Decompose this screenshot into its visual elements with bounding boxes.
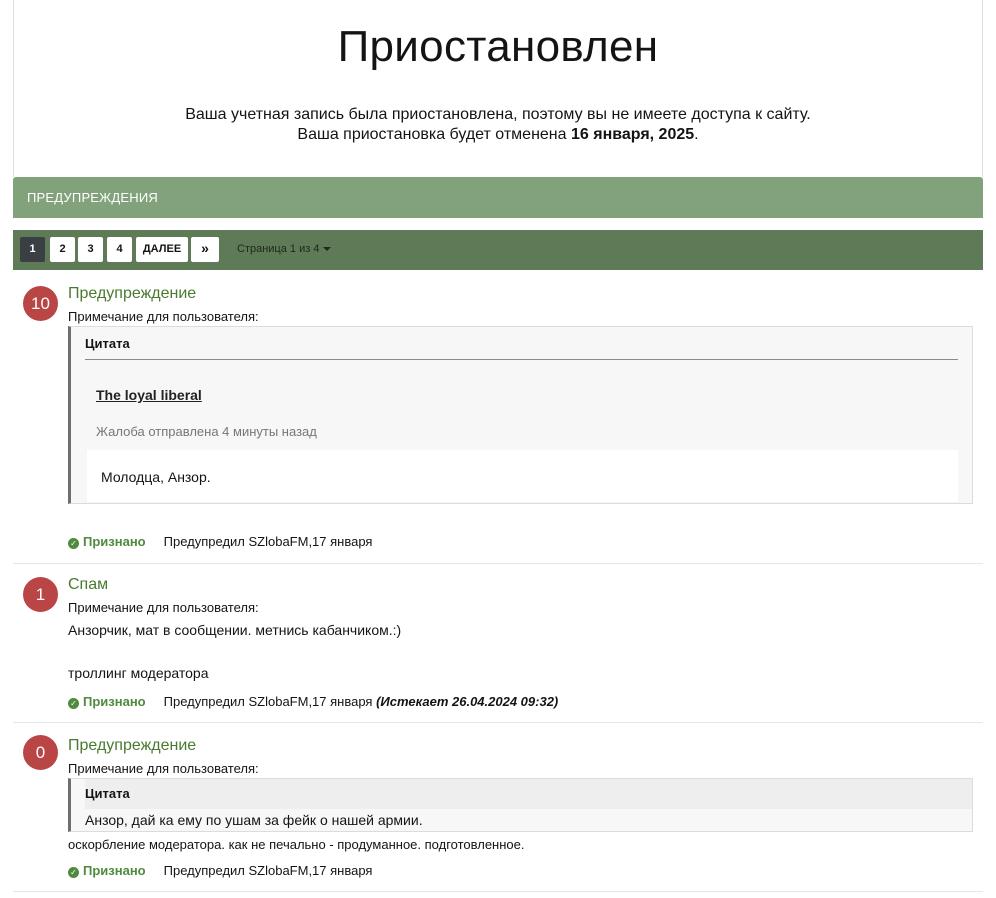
warning-points-badge: 10 — [23, 286, 58, 321]
quote-header: Цитата — [85, 779, 972, 809]
page-wrapper: Приостановлен Ваша учетная запись была п… — [13, 0, 983, 892]
quote-header: Цитата — [85, 336, 130, 351]
warned-by: Предупредил SZlobaFM,17 января — [163, 694, 373, 709]
page-2-button[interactable]: 2 — [50, 237, 75, 262]
page-4-button[interactable]: 4 — [107, 237, 132, 262]
quote-divider — [85, 359, 958, 360]
report-thread-link[interactable]: The loyal liberal — [96, 387, 202, 403]
warning-item: 1 Спам Примечание для пользователя: Анзо… — [13, 564, 983, 723]
acknowledged-status: ✓ Признано — [68, 534, 146, 549]
note-label: Примечание для пользователя: — [68, 761, 259, 776]
suspension-end-date: 16 января, 2025 — [570, 126, 695, 143]
quoted-message: Молодца, Анзор. — [87, 450, 958, 502]
caret-down-icon — [323, 247, 332, 251]
check-circle-icon: ✓ — [68, 538, 79, 549]
report-meta: Жалоба отправлена 4 минуты назад — [96, 424, 317, 439]
page-1-button[interactable]: 1 — [20, 237, 45, 262]
suspension-end-prefix: Ваша приостановка будет отменена — [297, 126, 571, 143]
warning-points-badge: 0 — [23, 735, 58, 770]
suspension-end-message: Ваша приостановка будет отменена 16 янва… — [14, 126, 982, 144]
suspension-notice: Приостановлен Ваша учетная запись была п… — [13, 0, 983, 177]
warning-status: ✓ Признано Предупредил SZlobaFM,17 января — [68, 534, 372, 549]
acknowledged-label: Признано — [83, 694, 146, 709]
suspension-title: Приостановлен — [337, 22, 659, 71]
warned-by: Предупредил SZlobaFM,17 января — [163, 863, 373, 878]
page-jump-dropdown[interactable]: Страница 1 из 4 — [237, 237, 332, 262]
acknowledged-status: ✓ Признано — [68, 694, 146, 709]
note-text: Анзорчик, мат в сообщении. метнись кабан… — [68, 622, 402, 638]
warning-title[interactable]: Предупреждение — [68, 737, 196, 755]
warning-title[interactable]: Предупреждение — [68, 285, 196, 303]
warning-points-badge: 1 — [23, 577, 58, 612]
quoted-message-text: Молодца, Анзор. — [101, 469, 211, 485]
page-info-label: Страница 1 из 4 — [237, 243, 320, 255]
note-text: оскорбление модератора. как не печально … — [68, 837, 525, 852]
check-circle-icon: ✓ — [68, 867, 79, 878]
next-page-button[interactable]: ДАЛЕЕ — [136, 237, 188, 262]
note-label: Примечание для пользователя: — [68, 600, 259, 615]
acknowledged-status: ✓ Признано — [68, 863, 146, 878]
warning-title[interactable]: Спам — [68, 576, 108, 594]
warning-item: 10 Предупреждение Примечание для пользов… — [13, 271, 983, 564]
last-page-button[interactable]: » — [191, 237, 219, 262]
page-3-button[interactable]: 3 — [78, 237, 103, 262]
suspension-message: Ваша учетная запись была приостановлена,… — [185, 106, 811, 123]
warning-status: ✓ Признано Предупредил SZlobaFM,17 января … — [68, 694, 558, 709]
quote-block: Цитата Анзор, дай ка ему по ушам за фейк… — [68, 778, 973, 832]
warnings-header: Предупреждения — [13, 177, 983, 218]
pagination-bar: 1 2 3 4 ДАЛЕЕ » Страница 1 из 4 — [13, 230, 983, 270]
note-text-extra: троллинг модератора — [68, 665, 209, 681]
check-circle-icon: ✓ — [68, 698, 79, 709]
quoted-message-text: Анзор, дай ка ему по ушам за фейк о наше… — [85, 812, 423, 828]
warned-by: Предупредил SZlobaFM,17 января — [163, 534, 373, 549]
suspension-end-suffix: . — [694, 126, 699, 143]
acknowledged-label: Признано — [83, 863, 146, 878]
expiry-date: (Истекает 26.04.2024 09:32) — [376, 694, 559, 709]
acknowledged-label: Признано — [83, 534, 146, 549]
quote-block: Цитата The loyal liberal Жалоба отправле… — [68, 326, 973, 504]
note-label: Примечание для пользователя: — [68, 309, 259, 324]
warning-item: 0 Предупреждение Примечание для пользова… — [13, 723, 983, 892]
warning-status: ✓ Признано Предупредил SZlobaFM,17 января — [68, 863, 372, 878]
